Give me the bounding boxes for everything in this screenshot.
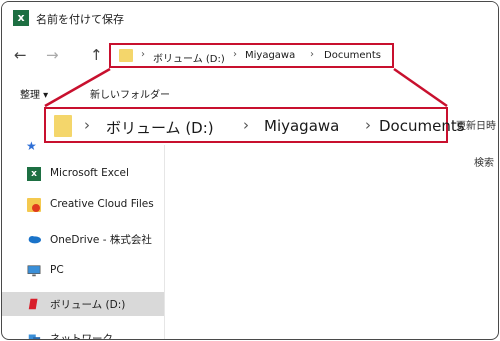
sidebar-item-label: Microsoft Excel — [50, 167, 129, 179]
forward-arrow-icon[interactable]: → — [46, 46, 59, 64]
breadcrumb-documents[interactable]: Documents — [324, 50, 381, 61]
breadcrumb-miyagawa: Miyagawa — [264, 117, 340, 135]
pc-monitor-icon — [27, 265, 41, 277]
folder-icon — [54, 115, 72, 137]
pane-divider — [164, 145, 165, 339]
navigation-pane: ★ x Microsoft Excel Creative Cloud Files… — [2, 139, 164, 340]
sidebar-item-microsoft-excel[interactable]: x Microsoft Excel — [2, 162, 164, 186]
breadcrumb-separator[interactable]: › — [233, 49, 237, 60]
window-title: 名前を付けて保存 — [36, 13, 124, 26]
search-label: 検索 — [474, 158, 494, 169]
address-bar-zoom-callout: › ボリューム (D:) › Miyagawa › Documents — [44, 107, 465, 143]
network-icon — [28, 334, 41, 339]
sidebar-item-label: Creative Cloud Files — [50, 198, 154, 210]
breadcrumb-miyagawa[interactable]: Miyagawa — [245, 50, 295, 61]
title-bar: x 名前を付けて保存 — [2, 2, 498, 36]
up-arrow-icon[interactable]: ↑ — [90, 46, 103, 64]
sidebar-item-pc[interactable]: PC — [2, 259, 164, 283]
onedrive-cloud-icon — [28, 235, 41, 244]
breadcrumb-separator[interactable]: › — [310, 49, 314, 60]
breadcrumb-separator[interactable]: › — [141, 49, 145, 60]
save-as-dialog: x 名前を付けて保存 ← → ↑ › ボリューム (D:) › Miyagawa… — [1, 1, 499, 340]
sidebar-item-label: ネットワーク — [50, 333, 113, 340]
breadcrumb-volume-d[interactable]: ボリューム (D:) — [153, 50, 225, 65]
sidebar-item-label: PC — [50, 264, 64, 276]
excel-app-icon: x — [13, 10, 29, 26]
drive-icon — [28, 298, 38, 310]
sidebar-item-onedrive[interactable]: OneDrive - 株式会社 — [2, 227, 164, 251]
sidebar-item-volume-d[interactable]: ボリューム (D:) — [2, 292, 164, 316]
address-bar[interactable]: › ボリューム (D:) › Miyagawa › Documents — [109, 43, 394, 68]
pin-star-icon: ★ — [26, 139, 37, 153]
sidebar-item-label: OneDrive - 株式会社 — [50, 234, 152, 246]
breadcrumb-separator: › — [365, 116, 371, 134]
sidebar-item-network[interactable]: ネットワーク — [2, 326, 164, 340]
command-toolbar: 整理 ▾ 新しいフォルダー — [2, 82, 498, 106]
breadcrumb-separator: › — [84, 116, 90, 134]
new-folder-button[interactable]: 新しいフォルダー — [90, 86, 170, 101]
breadcrumb-volume-d: ボリューム (D:) — [106, 119, 214, 137]
back-arrow-icon[interactable]: ← — [14, 46, 27, 64]
navigation-row: ← → ↑ › ボリューム (D:) › Miyagawa › Document… — [2, 40, 498, 72]
sidebar-item-creative-cloud[interactable]: Creative Cloud Files — [2, 193, 164, 217]
breadcrumb-separator: › — [243, 116, 249, 134]
excel-icon: x — [27, 167, 41, 181]
folder-icon — [119, 49, 133, 62]
sidebar-item-label: ボリューム (D:) — [50, 299, 126, 311]
breadcrumb-documents: Documents — [379, 117, 465, 135]
organize-menu-button[interactable]: 整理 ▾ — [20, 86, 48, 101]
creative-cloud-folder-icon — [27, 198, 41, 212]
